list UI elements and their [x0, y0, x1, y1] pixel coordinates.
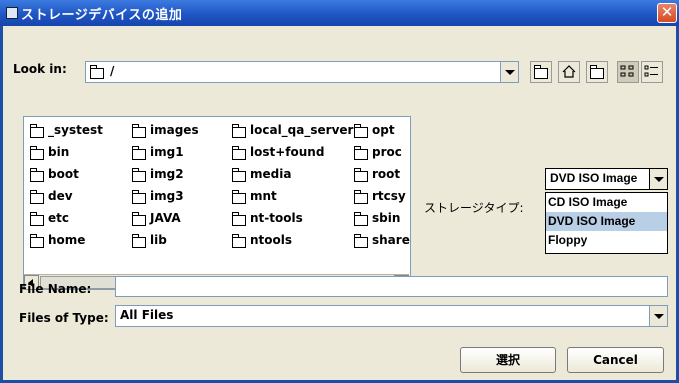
folder-icon — [30, 146, 44, 160]
storage-type-value: DVD ISO Image — [550, 171, 638, 185]
cancel-button[interactable]: Cancel — [567, 347, 664, 373]
folder-icon — [30, 124, 44, 138]
storage-option-cd[interactable]: CD ISO Image — [546, 193, 667, 212]
folder-icon — [30, 234, 44, 248]
window-title: ストレージデバイスの追加 — [21, 8, 183, 23]
folder-icon — [132, 146, 146, 160]
app-icon — [6, 7, 18, 19]
details-view-button[interactable] — [641, 61, 663, 83]
home-button[interactable] — [558, 61, 580, 83]
storage-option-floppy[interactable]: Floppy — [546, 231, 667, 250]
look-in-value: / — [110, 64, 115, 78]
dialog-body: Look in: / _systest bin boot dev etc hom… — [3, 26, 676, 380]
up-folder-icon — [534, 65, 548, 79]
file-list[interactable]: _systest bin boot dev etc home images im… — [23, 116, 411, 290]
files-of-type-label: Files of Type: — [19, 311, 109, 325]
folder-icon — [132, 212, 146, 226]
new-folder-button[interactable] — [586, 61, 608, 83]
folder-icon — [232, 124, 246, 138]
folder-icon — [354, 146, 368, 160]
list-view-button[interactable] — [617, 61, 639, 83]
select-button[interactable]: 選択 — [460, 347, 556, 373]
folder-icon — [232, 212, 246, 226]
new-folder-icon — [590, 65, 604, 79]
up-folder-button[interactable] — [530, 61, 552, 83]
list-view-icon — [620, 65, 634, 77]
storage-option-dvd[interactable]: DVD ISO Image — [546, 212, 667, 231]
folder-icon — [30, 190, 44, 204]
folder-icon — [354, 124, 368, 138]
folder-icon — [354, 168, 368, 182]
folder-icon — [232, 190, 246, 204]
folder-icon — [132, 234, 146, 248]
storage-type-label: ストレージタイプ: — [424, 201, 524, 215]
folder-icon — [30, 212, 44, 226]
title-bar[interactable]: ストレージデバイスの追加 ✕ — [0, 0, 679, 26]
look-in-label: Look in: — [13, 62, 67, 76]
file-name-label: File Name: — [19, 282, 92, 296]
files-of-type-value: All Files — [120, 308, 174, 322]
folder-icon — [354, 212, 368, 226]
folder-icon — [132, 190, 146, 204]
close-button[interactable]: ✕ — [657, 3, 677, 23]
files-of-type-combo[interactable]: All Files — [115, 305, 668, 327]
folder-icon — [232, 168, 246, 182]
dialog-window: ストレージデバイスの追加 ✕ Look in: / _systest bin b… — [0, 0, 679, 383]
storage-type-dropdown[interactable]: CD ISO Image DVD ISO Image Floppy — [545, 192, 668, 254]
chevron-down-icon[interactable] — [649, 169, 667, 189]
storage-type-combo[interactable]: DVD ISO Image — [545, 168, 668, 190]
folder-icon — [132, 168, 146, 182]
folder-icon — [132, 124, 146, 138]
folder-icon — [354, 190, 368, 204]
folder-icon — [30, 168, 44, 182]
details-view-icon — [644, 65, 658, 77]
folder-icon — [232, 146, 246, 160]
folder-icon — [232, 234, 246, 248]
chevron-down-icon[interactable] — [649, 306, 667, 326]
chevron-down-icon[interactable] — [500, 62, 518, 82]
home-icon — [562, 65, 576, 78]
file-name-input[interactable] — [115, 276, 668, 297]
folder-icon — [90, 65, 104, 79]
folder-icon — [354, 234, 368, 248]
look-in-combo[interactable]: / — [85, 61, 519, 83]
